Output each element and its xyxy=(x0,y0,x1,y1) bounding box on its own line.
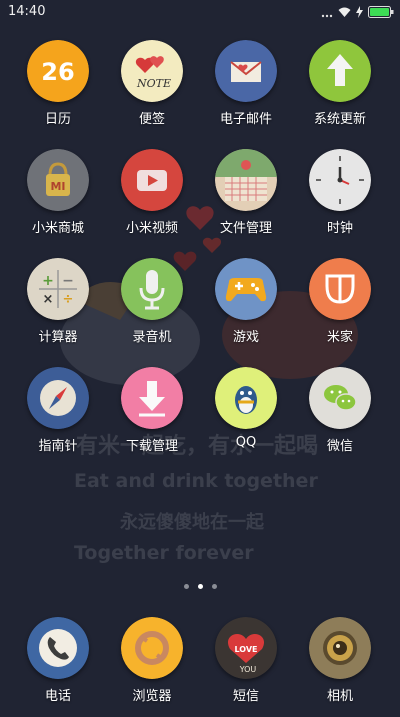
calculator-icon: + − × ÷ xyxy=(27,258,89,320)
mi-home-icon xyxy=(309,258,371,320)
dock-messages[interactable]: LOVE YOU 短信 xyxy=(201,617,291,717)
wifi-icon xyxy=(338,3,351,22)
file-manager-icon xyxy=(215,149,277,211)
app-file-manager[interactable]: 文件管理 xyxy=(201,149,291,249)
compass-icon xyxy=(27,367,89,429)
app-label: 时钟 xyxy=(326,221,353,236)
battery-icon xyxy=(368,3,394,22)
messages-icon: LOVE YOU xyxy=(215,617,277,679)
svg-text:÷: ÷ xyxy=(63,292,74,307)
app-label: 相机 xyxy=(326,689,353,704)
app-mi-store[interactable]: MI 小米商城 xyxy=(13,149,103,249)
svg-text:−: − xyxy=(62,273,74,289)
notes-icon: NOTE xyxy=(121,40,183,102)
calendar-icon: 26 xyxy=(27,40,89,102)
wallpaper-line-2: Eat and drink together xyxy=(74,470,318,492)
qq-icon xyxy=(215,367,277,429)
messages-caption-top: LOVE xyxy=(234,645,257,654)
phone-icon xyxy=(27,617,89,679)
status-time: 14:40 xyxy=(8,4,46,19)
status-icons xyxy=(321,5,394,19)
mi-store-icon: MI xyxy=(27,149,89,211)
app-compass[interactable]: 指南针 xyxy=(13,367,103,467)
games-icon xyxy=(215,258,277,320)
app-qq[interactable]: QQ xyxy=(201,367,291,467)
app-label: 米家 xyxy=(326,330,353,345)
download-manager-icon xyxy=(121,367,183,429)
wechat-icon xyxy=(309,367,371,429)
app-system-update[interactable]: 系统更新 xyxy=(295,40,385,140)
dock-camera[interactable]: 相机 xyxy=(295,617,385,717)
app-recorder[interactable]: 录音机 xyxy=(107,258,197,358)
app-mi-home[interactable]: 米家 xyxy=(295,258,385,358)
email-icon xyxy=(215,40,277,102)
svg-text:+: + xyxy=(42,273,54,289)
app-download-manager[interactable]: 下载管理 xyxy=(107,367,197,467)
app-games[interactable]: 游戏 xyxy=(201,258,291,358)
clock-icon xyxy=(309,149,371,211)
app-clock[interactable]: 时钟 xyxy=(295,149,385,249)
wallpaper-line-4: Together forever xyxy=(74,542,254,564)
app-label: 微信 xyxy=(326,439,353,454)
recorder-icon xyxy=(121,258,183,320)
mi-video-icon xyxy=(121,149,183,211)
page-dot[interactable] xyxy=(183,584,189,589)
dock-phone[interactable]: 电话 xyxy=(13,617,103,717)
app-calendar[interactable]: 26 日历 xyxy=(13,40,103,140)
app-calculator[interactable]: + − × ÷ 计算器 xyxy=(13,258,103,358)
mi-store-caption: MI xyxy=(50,180,65,193)
status-bar: 14:40 xyxy=(0,0,400,24)
app-mi-video[interactable]: 小米视频 xyxy=(107,149,197,249)
page-dot[interactable] xyxy=(211,584,217,589)
more-dots-icon xyxy=(321,3,333,22)
system-update-icon xyxy=(309,40,371,102)
app-email[interactable]: 电子邮件 xyxy=(201,40,291,140)
page-indicator[interactable] xyxy=(0,584,400,594)
wallpaper-line-3: 永远傻傻地在一起 xyxy=(120,512,264,533)
page-dot-active[interactable] xyxy=(197,584,203,589)
camera-icon xyxy=(309,617,371,679)
notes-caption: NOTE xyxy=(136,77,171,90)
app-wechat[interactable]: 微信 xyxy=(295,367,385,467)
app-label: 系统更新 xyxy=(313,112,366,127)
calendar-day: 26 xyxy=(41,58,74,86)
charging-icon xyxy=(356,3,363,22)
app-notes[interactable]: NOTE 便签 xyxy=(107,40,197,140)
svg-text:×: × xyxy=(43,292,54,307)
messages-caption-bottom: YOU xyxy=(239,665,257,674)
browser-icon xyxy=(121,617,183,679)
dock-browser[interactable]: 浏览器 xyxy=(107,617,197,717)
